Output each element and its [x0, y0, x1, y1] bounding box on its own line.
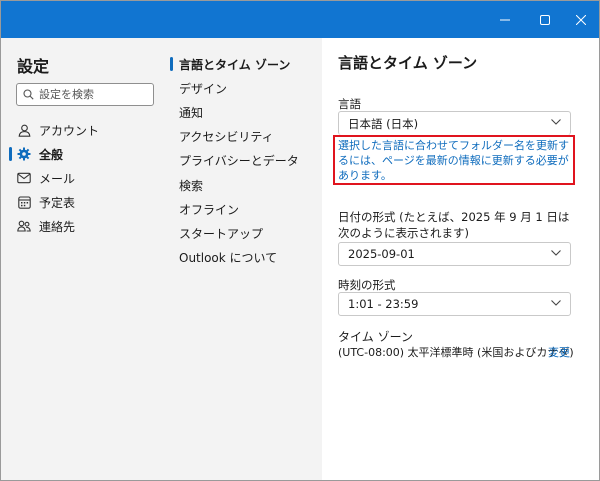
nav-item-mail[interactable]: メール: [1, 167, 168, 189]
date-format-value: 2025-09-01: [348, 247, 415, 261]
subnav-item-language-timezone[interactable]: 言語とタイム ゾーン: [168, 53, 322, 75]
nav-item-calendar[interactable]: 予定表: [1, 191, 168, 213]
nav-item-label: 連絡先: [39, 219, 76, 234]
settings-nav: 設定 アカウント 全般 メール 予定表: [1, 38, 168, 480]
subnav-item-startup[interactable]: スタートアップ: [168, 222, 322, 244]
timezone-label: タイム ゾーン: [338, 330, 413, 344]
time-format-value: 1:01 - 23:59: [348, 297, 419, 311]
language-value: 日本語 (日本): [348, 116, 419, 131]
date-format-label: 日付の形式 (たとえば、2025 年 9 月 1 日は次のように表示されます): [338, 210, 570, 240]
mail-icon: [17, 171, 31, 185]
time-format-dropdown[interactable]: 1:01 - 23:59: [338, 292, 571, 316]
maximize-button[interactable]: [525, 1, 565, 38]
subnav-item-privacy[interactable]: プライバシーとデータ: [168, 149, 322, 171]
subnav-item-search[interactable]: 検索: [168, 174, 322, 196]
person-icon: [17, 123, 31, 137]
subnav-item-offline[interactable]: オフライン: [168, 198, 322, 220]
close-button[interactable]: [561, 1, 599, 38]
nav-item-label: 全般: [39, 147, 64, 162]
general-subnav: 言語とタイム ゾーン デザイン 通知 アクセシビリティ プライバシーとデータ 検…: [168, 38, 322, 480]
subnav-item-design[interactable]: デザイン: [168, 77, 322, 99]
chevron-down-icon: [551, 250, 561, 256]
gear-icon: [17, 147, 31, 161]
refresh-notice: 選択した言語に合わせてフォルダー名を更新するには、ページを最新の情報に更新する必…: [333, 135, 575, 185]
page-title: 言語とタイム ゾーン: [338, 54, 478, 72]
settings-content: 言語とタイム ゾーン 言語 日本語 (日本) 選択した言語に合わせてフォルダー名…: [322, 38, 599, 480]
minimize-button[interactable]: [485, 1, 525, 38]
people-icon: [17, 219, 31, 233]
date-format-dropdown[interactable]: 2025-09-01: [338, 242, 571, 266]
language-dropdown[interactable]: 日本語 (日本): [338, 111, 571, 135]
nav-item-label: メール: [39, 171, 76, 186]
subnav-item-accessibility[interactable]: アクセシビリティ: [168, 125, 322, 147]
chevron-down-icon: [551, 300, 561, 306]
nav-item-contacts[interactable]: 連絡先: [1, 215, 168, 237]
subnav-item-notifications[interactable]: 通知: [168, 101, 322, 123]
title-bar: [1, 1, 599, 38]
search-icon: [23, 89, 34, 100]
close-icon: [576, 14, 586, 25]
timezone-value: (UTC-08:00) 太平洋標準時 (米国およびカナダ): [338, 346, 574, 359]
time-format-label: 時刻の形式: [338, 278, 396, 292]
nav-item-account[interactable]: アカウント: [1, 119, 168, 141]
subnav-item-about[interactable]: Outlook について: [168, 246, 322, 268]
search-input[interactable]: [39, 88, 149, 101]
nav-title: 設定: [17, 57, 50, 76]
settings-window: 設定 アカウント 全般 メール 予定表: [0, 0, 600, 481]
nav-item-label: アカウント: [39, 123, 100, 138]
chevron-down-icon: [551, 119, 561, 125]
calendar-icon: [17, 195, 31, 209]
maximize-icon: [540, 14, 550, 25]
nav-item-label: 予定表: [39, 195, 76, 210]
nav-item-general[interactable]: 全般: [1, 143, 168, 165]
language-label: 言語: [338, 97, 361, 111]
timezone-change-link[interactable]: 変更: [548, 344, 570, 360]
minimize-icon: [500, 19, 510, 20]
settings-search[interactable]: [16, 83, 154, 106]
